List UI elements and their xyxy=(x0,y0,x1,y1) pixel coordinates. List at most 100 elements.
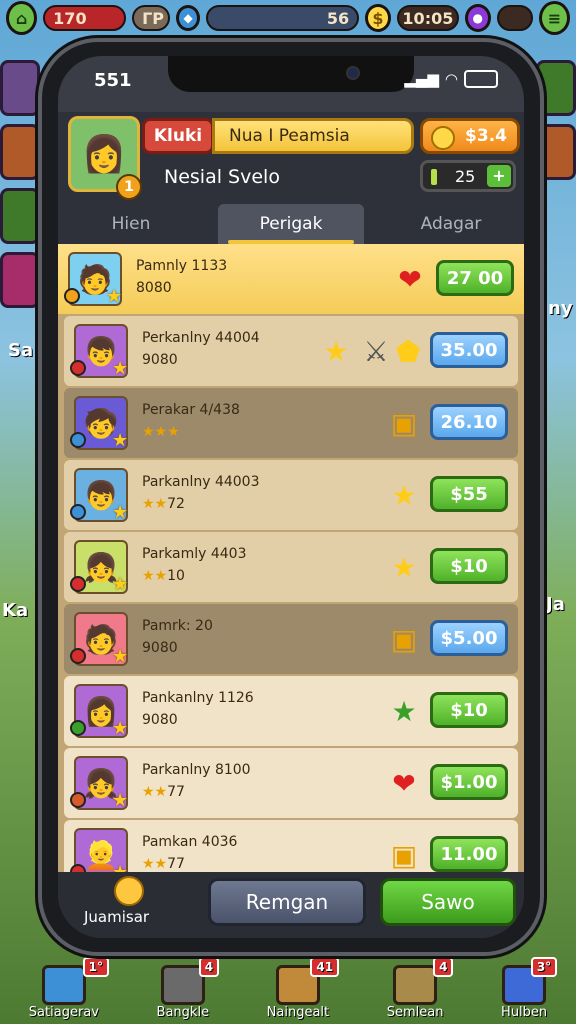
row-star-icon: ★ xyxy=(112,502,129,523)
smiley-icon[interactable] xyxy=(114,876,144,906)
gem-icon[interactable]: ◆ xyxy=(176,5,201,31)
health-bar: 170 xyxy=(43,5,127,31)
health-value: 170 xyxy=(53,8,87,28)
row-subtitle: ★★77 xyxy=(142,856,185,872)
home-icon[interactable]: ⌂ xyxy=(6,1,38,35)
row-stars: ★★ xyxy=(142,496,168,512)
row-title: Pamkan 4036 xyxy=(142,834,238,850)
heart-icon: ❤ xyxy=(398,262,422,296)
side-tile[interactable] xyxy=(0,124,40,180)
row-subtitle: 9080 xyxy=(142,352,178,368)
row-gem-icon xyxy=(70,576,86,592)
price-button[interactable]: $5.00 xyxy=(430,620,508,656)
bg-label-right-2: Ja xyxy=(546,594,565,615)
bottom-nav: 1° Satiagerav 4 Bangkle 41 Naingealt 4 S… xyxy=(0,954,576,1024)
orb-icon[interactable]: ● xyxy=(464,4,491,32)
menu-icon[interactable]: ≡ xyxy=(538,1,571,35)
row-star-icon: ★ xyxy=(112,358,129,379)
bg-label-left: Sa xyxy=(8,340,34,361)
shop-tabs: Hien Perigak Adagar xyxy=(58,204,524,244)
side-tile[interactable] xyxy=(0,252,40,308)
shop-title: Nua I Peamsia xyxy=(212,118,414,154)
coin-balance[interactable]: $3.4 xyxy=(420,118,520,154)
row-star-icon: ★ xyxy=(106,286,123,307)
shop-row[interactable]: 👩 ★ Pankanlny 1126 9080 ★ $10 xyxy=(64,676,518,746)
player-name-tag: Kluki xyxy=(142,118,214,154)
shop-row[interactable]: 🧑 ★ Pamrk: 20 9080 ▣ $5.00 xyxy=(64,604,518,674)
counter-plus-button[interactable]: + xyxy=(487,165,511,187)
gold-pentagon-icon: ⬟ xyxy=(395,334,421,368)
counter-value: 25 xyxy=(455,166,476,186)
row-gem-icon xyxy=(70,360,86,376)
row-title: Parkanlny 8100 xyxy=(142,762,251,778)
row-gem-icon xyxy=(64,288,80,304)
wifi-icon: ◠ xyxy=(444,70,458,88)
tab-adagar[interactable]: Adagar xyxy=(378,204,524,244)
bg-label-right: ny xyxy=(548,298,573,319)
row-gem-icon xyxy=(70,432,86,448)
row-subtitle: 9080 xyxy=(142,712,178,728)
crossed-swords-icon: ⚔ xyxy=(363,334,389,368)
shop-row[interactable]: 👧 ★ Parkamly 4403 ★★10 ★ $10 xyxy=(64,532,518,602)
shop-footer: Juamisar Remgan Sawo xyxy=(58,872,524,938)
price-button[interactable]: 26.10 xyxy=(430,404,508,440)
remgan-button[interactable]: Remgan xyxy=(208,878,366,926)
shop-row[interactable]: 🧒 ★ Perakar 4/438 ★★★ ▣ 26.10 xyxy=(64,388,518,458)
nav-badge: 4 xyxy=(198,957,220,977)
price-button[interactable]: 11.00 xyxy=(430,836,508,872)
clock-pill: 10:05 xyxy=(396,5,459,31)
price-button[interactable]: 27 00 xyxy=(436,260,514,296)
bottom-nav-item[interactable]: 4 Bangkle xyxy=(157,957,220,1020)
shop-row[interactable]: 👦 ★ Parkanlny 44003 ★★72 ★ $55 xyxy=(64,460,518,530)
bottom-nav-item[interactable]: 1° Satiagerav xyxy=(29,957,109,1020)
gold-chest-icon: ▣ xyxy=(390,622,418,656)
shop-row[interactable]: 🧑 ★ Pamnly 1133 8080 ❤ 27 00 xyxy=(58,244,524,314)
row-stars: ★★ xyxy=(142,784,168,800)
row-gem-icon xyxy=(70,720,86,736)
camera-icon xyxy=(346,66,360,80)
nav-badge: 3° xyxy=(530,957,558,977)
row-title: Pamnly 1133 xyxy=(136,258,228,274)
row-stars: ★★ xyxy=(142,856,168,872)
tag-value: ГР xyxy=(142,8,165,28)
row-title: Pankanlny 1126 xyxy=(142,690,254,706)
signal-icon: ▂▄▆ xyxy=(404,70,439,88)
status-time: 551 xyxy=(94,70,132,91)
price-button[interactable]: 35.00 xyxy=(430,332,508,368)
side-tile[interactable] xyxy=(0,188,40,244)
price-button[interactable]: $10 xyxy=(430,548,508,584)
nav-label: Hulben xyxy=(501,1005,548,1020)
star-icon: ★ xyxy=(391,478,417,512)
shop-row[interactable]: 👱★Pamkan 4036★★77▣11.00 xyxy=(64,820,518,872)
side-tile[interactable] xyxy=(0,60,40,116)
price-button[interactable]: $10 xyxy=(430,692,508,728)
row-star-icon: ★ xyxy=(112,574,129,595)
price-button[interactable]: $55 xyxy=(430,476,508,512)
coin-icon[interactable]: $ xyxy=(365,4,391,32)
price-button[interactable]: $1.00 xyxy=(430,764,508,800)
bottom-nav-item[interactable]: 41 Naingealt xyxy=(266,957,340,1020)
shop-row[interactable]: 👦 ★ Perkanlny 44004 9080 ⚔ ★ ⬟ 35.00 xyxy=(64,316,518,386)
coin-icon xyxy=(431,126,455,150)
nav-label: Naingealt xyxy=(266,1005,330,1020)
row-gem-icon xyxy=(70,648,86,664)
footer-label[interactable]: Juamisar xyxy=(84,908,149,926)
row-sub-value: 72 xyxy=(167,496,185,512)
row-title: Pamrk: 20 xyxy=(142,618,213,634)
row-title: Perakar 4/438 xyxy=(142,402,240,418)
row-title: Parkanlny 44003 xyxy=(142,474,260,490)
row-title: Perkanlny 44004 xyxy=(142,330,260,346)
bottom-nav-item[interactable]: 3° Hulben xyxy=(501,957,558,1020)
left-side-panel xyxy=(0,60,40,316)
bottom-nav-item[interactable]: 4 Semlean xyxy=(387,957,454,1020)
gold-chest-icon: ▣ xyxy=(390,838,418,872)
shop-row[interactable]: 👧 ★ Parkanlny 8100 ★★77 ❤ $1.00 xyxy=(64,748,518,818)
sawo-button[interactable]: Sawo xyxy=(380,878,516,926)
row-star-icon: ★ xyxy=(112,430,129,451)
row-subtitle: 9080 xyxy=(142,640,178,656)
energy-value: 56 xyxy=(326,8,350,28)
heart-icon: ❤ xyxy=(392,766,416,800)
tab-perigak[interactable]: Perigak xyxy=(218,204,364,244)
counter-bar-icon xyxy=(431,169,437,185)
tab-hien[interactable]: Hien xyxy=(58,204,204,244)
